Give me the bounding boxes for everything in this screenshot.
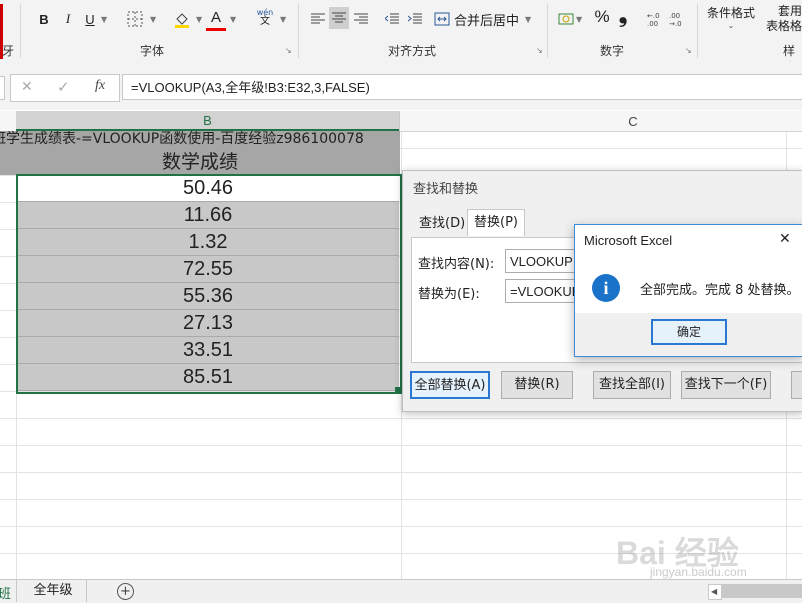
insert-function-icon[interactable]: fx <box>95 78 105 94</box>
sheet-tab-bar: 班 全年级 + ◀ <box>0 579 802 603</box>
tab-divider <box>86 580 87 602</box>
number-dialog-launcher-icon[interactable]: ↘ <box>685 46 692 55</box>
accounting-dropdown-icon[interactable]: ▼ <box>576 15 582 24</box>
number-group-label: 数字 <box>600 44 625 58</box>
table-format-button[interactable]: 套用 表格格式 <box>760 4 802 34</box>
increase-indent-button[interactable] <box>405 8 425 30</box>
increase-indent-icon <box>408 13 422 24</box>
accounting-icon <box>558 13 574 25</box>
ok-button[interactable]: 确定 <box>651 319 727 345</box>
group-divider <box>20 4 21 58</box>
selection-border <box>16 174 402 394</box>
close-dialog-button[interactable] <box>791 371 802 399</box>
left-group-label: 牙 <box>2 44 15 58</box>
svg-text:.00: .00 <box>669 12 680 20</box>
align-right-icon <box>354 13 368 24</box>
tab-find[interactable]: 查找(D) <box>413 211 471 237</box>
cancel-icon[interactable]: ✕ <box>21 79 33 95</box>
message-box: Microsoft Excel ✕ i 全部完成。完成 8 处替换。 确定 <box>574 224 802 357</box>
fill-handle[interactable] <box>395 387 401 393</box>
ribbon: 牙 B I U ▼ ▼ ▼ A ▼ wén 文 ▼ 字体 ↘ 合并后居中 ▼ 对… <box>0 0 802 75</box>
merge-center-button[interactable]: 合并后居中 ▼ <box>434 8 544 30</box>
increase-decimal-icon: ←.0.00 <box>647 12 660 27</box>
title-cell[interactable]: 班学生成绩表-=VLOOKUP函数使用-百度经验z986100078 <box>0 131 400 150</box>
underline-button[interactable]: U <box>80 8 100 30</box>
bold-button[interactable]: B <box>34 8 54 30</box>
horizontal-scrollbar[interactable] <box>722 584 802 598</box>
message-box-titlebar: Microsoft Excel ✕ <box>575 225 802 255</box>
header-cell[interactable]: 数学成绩 <box>0 150 400 175</box>
tab-divider <box>16 580 17 602</box>
fill-color-button[interactable] <box>170 8 194 30</box>
group-divider <box>547 4 548 58</box>
borders-dropdown-icon[interactable]: ▼ <box>150 15 156 24</box>
formula-buttons: ✕ ✓ fx <box>10 74 120 102</box>
confirm-icon[interactable]: ✓ <box>57 78 70 96</box>
alignment-dialog-launcher-icon[interactable]: ↘ <box>536 46 543 55</box>
group-divider <box>298 4 299 58</box>
column-header-b[interactable]: B <box>16 111 399 131</box>
font-group-label: 字体 <box>140 44 165 58</box>
replace-all-button[interactable]: 全部替换(A) <box>410 371 490 399</box>
fill-dropdown-icon[interactable]: ▼ <box>196 15 202 24</box>
message-text: 全部完成。完成 8 处替换。 <box>640 283 800 298</box>
svg-text:→.0: →.0 <box>669 20 682 27</box>
phonetic-button[interactable]: wén 文 <box>256 8 274 27</box>
increase-decimal-button[interactable]: ←.0.00 <box>646 8 666 30</box>
borders-icon <box>127 11 143 27</box>
column-headers: B C <box>0 111 802 132</box>
merge-center-label: 合并后居中 <box>454 13 520 29</box>
italic-button[interactable]: I <box>58 8 78 30</box>
merge-center-icon <box>434 12 450 26</box>
conditional-format-dropdown-icon: ⌄ <box>727 21 735 30</box>
font-color-dropdown-icon[interactable]: ▼ <box>230 15 236 24</box>
font-color-button[interactable]: A <box>206 6 226 31</box>
decrease-decimal-icon: .00→.0 <box>669 12 682 27</box>
svg-text:.00: .00 <box>647 20 658 27</box>
align-left-icon <box>311 13 325 24</box>
align-right-button[interactable] <box>351 8 371 30</box>
borders-button[interactable] <box>122 8 148 30</box>
alignment-group-label: 对齐方式 <box>388 44 437 58</box>
scroll-left-icon: ◀ <box>711 587 718 596</box>
group-divider <box>697 4 698 58</box>
find-replace-title: 查找和替换 <box>413 182 479 197</box>
watermark-url: jingyan.baidu.com <box>650 565 747 579</box>
phonetic-bottom: 文 <box>260 16 270 27</box>
close-icon[interactable]: ✕ <box>779 231 791 247</box>
comma-style-button[interactable]: ❟ <box>614 3 632 28</box>
merge-dropdown-icon[interactable]: ▼ <box>525 15 531 24</box>
replace-with-label: 替换为(E): <box>418 287 480 302</box>
decrease-indent-button[interactable] <box>382 8 402 30</box>
info-icon: i <box>592 274 620 302</box>
find-what-label: 查找内容(N): <box>418 257 495 272</box>
find-all-button[interactable]: 查找全部(I) <box>593 371 671 399</box>
title-cell-text: 班学生成绩表-=VLOOKUP函数使用-百度经验z986100078 <box>0 131 364 147</box>
font-dialog-launcher-icon[interactable]: ↘ <box>285 46 292 55</box>
sheet-tab-all-grades[interactable]: 全年级 <box>22 580 84 602</box>
conditional-format-button[interactable]: 条件格式 ⌄ <box>705 4 757 30</box>
align-center-icon <box>332 12 346 23</box>
decrease-indent-icon <box>385 13 399 24</box>
fill-bucket-icon <box>175 13 189 28</box>
decrease-decimal-button[interactable]: .00 →.0 <box>668 8 688 30</box>
formula-input[interactable]: =VLOOKUP(A3,全年级!B3:E32,3,FALSE) <box>122 74 802 100</box>
add-sheet-icon[interactable]: + <box>117 583 134 600</box>
underline-dropdown-icon[interactable]: ▼ <box>101 15 107 24</box>
svg-text:←.0: ←.0 <box>647 12 660 20</box>
phonetic-dropdown-icon[interactable]: ▼ <box>280 15 286 24</box>
find-next-button[interactable]: 查找下一个(F) <box>681 371 771 399</box>
sheet-tab-partial[interactable]: 班 <box>0 583 11 602</box>
align-center-button[interactable] <box>329 7 349 29</box>
column-header-c[interactable]: C <box>400 111 802 131</box>
name-box[interactable] <box>0 76 5 100</box>
accounting-format-button[interactable] <box>556 8 576 30</box>
tab-replace[interactable]: 替换(P) <box>467 209 525 236</box>
conditional-format-label: 条件格式 <box>706 6 755 20</box>
replace-button[interactable]: 替换(R) <box>501 371 573 399</box>
scroll-left-button[interactable]: ◀ <box>708 584 722 600</box>
message-box-title: Microsoft Excel <box>584 233 673 248</box>
percent-button[interactable]: % <box>592 6 612 28</box>
align-left-button[interactable] <box>308 8 328 30</box>
